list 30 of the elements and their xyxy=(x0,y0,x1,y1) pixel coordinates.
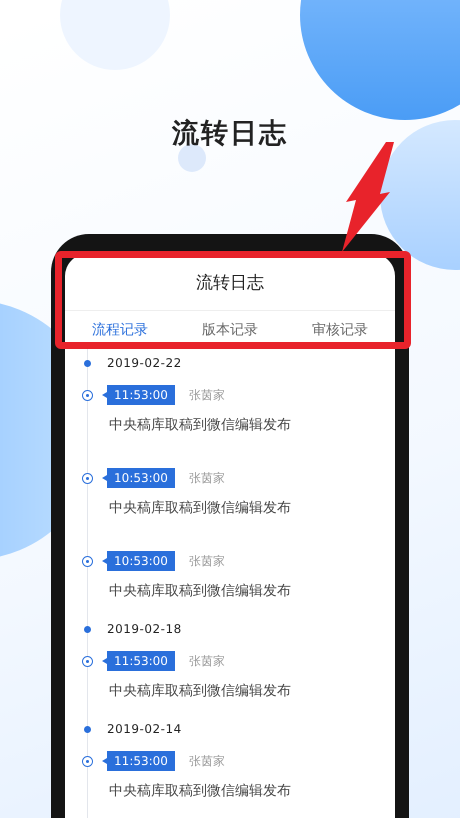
timeline-node-icon xyxy=(82,390,93,400)
timeline-node-icon xyxy=(82,656,93,666)
tab[interactable]: 版本记录 xyxy=(175,321,285,339)
user-name: 张茵家 xyxy=(189,386,225,404)
time-tag: 11:53:00 xyxy=(102,651,175,671)
action-text: 中央稿库取稿到微信编辑发布 xyxy=(109,416,292,435)
timeline-dot xyxy=(84,626,91,632)
timeline-dot xyxy=(84,360,91,366)
tab[interactable]: 审核记录 xyxy=(285,321,395,339)
time-tag: 10:53:00 xyxy=(102,551,175,571)
date-label: 2019-02-14 xyxy=(107,722,182,736)
action-text: 中央稿库取稿到微信编辑发布 xyxy=(109,782,292,801)
user-name: 张茵家 xyxy=(189,752,225,770)
action-text: 中央稿库取稿到微信编辑发布 xyxy=(109,682,292,701)
time-tag: 11:53:00 xyxy=(102,751,175,771)
timeline-node-icon xyxy=(82,756,93,766)
timeline-node-icon xyxy=(82,556,93,566)
user-name: 张茵家 xyxy=(189,552,225,570)
action-text: 中央稿库取稿到微信编辑发布 xyxy=(109,582,292,601)
date-label: 2019-02-18 xyxy=(107,622,182,636)
page-headline: 流转日志 xyxy=(172,117,288,151)
date-label: 2019-02-22 xyxy=(107,356,182,370)
tab[interactable]: 流程记录 xyxy=(65,321,175,339)
user-name: 张茵家 xyxy=(189,652,225,670)
time-tag: 11:53:00 xyxy=(102,385,175,405)
user-name: 张茵家 xyxy=(189,470,225,486)
action-text: 中央稿库取稿到微信编辑发布 xyxy=(109,499,292,518)
timeline-node-icon xyxy=(82,472,93,484)
time-tag: 10:53:00 xyxy=(102,468,175,488)
timeline-dot xyxy=(84,726,91,732)
